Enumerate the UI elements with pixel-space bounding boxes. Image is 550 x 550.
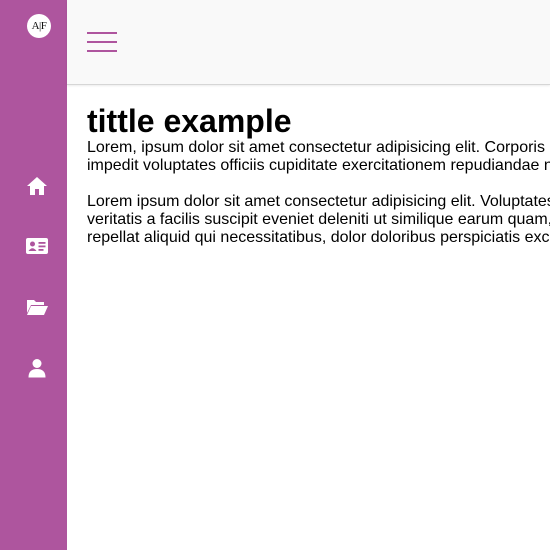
folder-open-icon — [26, 300, 48, 315]
paragraph-2-line-2: veritatis a facilis suscipit eveniet del… — [87, 211, 550, 228]
paragraph-2: Lorem ipsum dolor sit amet consectetur a… — [87, 193, 550, 247]
sidebar-item-folders[interactable] — [25, 295, 49, 319]
paragraph-2-line-1: Lorem ipsum dolor sit amet consectetur a… — [87, 193, 550, 210]
sidebar: A|F — [0, 0, 67, 550]
page-title: tittle example — [87, 103, 292, 139]
paragraph-1: Lorem, ipsum dolor sit amet consectetur … — [87, 139, 550, 175]
top-bar — [67, 0, 550, 85]
hamburger-menu-icon[interactable] — [87, 32, 117, 52]
id-card-icon — [26, 238, 48, 254]
sidebar-item-contacts[interactable] — [25, 234, 49, 258]
sidebar-item-profile[interactable] — [25, 356, 49, 380]
home-icon — [27, 177, 47, 195]
brand-logo[interactable]: A|F — [27, 14, 51, 38]
paragraph-2-line-3: repellat aliquid qui necessitatibus, dol… — [87, 229, 550, 246]
paragraph-1-line-2: impedit voluptates officiis cupiditate e… — [87, 157, 550, 174]
user-icon — [28, 359, 46, 378]
sidebar-item-home[interactable] — [25, 174, 49, 198]
main-content: tittle example Lorem, ipsum dolor sit am… — [87, 103, 550, 247]
paragraph-1-line-1: Lorem, ipsum dolor sit amet consectetur … — [87, 139, 545, 156]
